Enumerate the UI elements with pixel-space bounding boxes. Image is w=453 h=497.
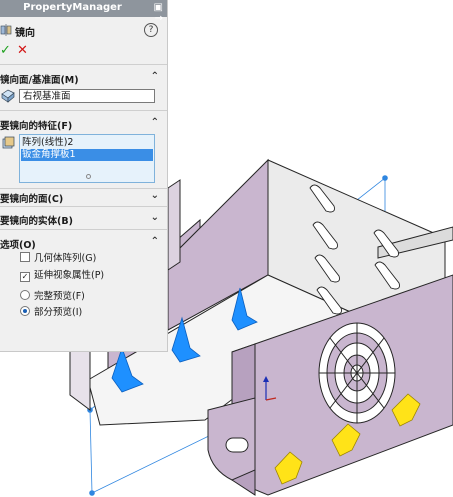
full-preview-label: 完整预览(F)	[34, 291, 85, 302]
bottom-tab	[207, 397, 256, 481]
features-list-item-selected[interactable]: 钣金角撑板1	[21, 149, 153, 161]
property-manager-header: PropertyManager ▣ →	[0, 0, 167, 24]
property-manager-panel: PropertyManager ▣ → 镜向 ? ✓ ✕ 镜向面/基准面(M) …	[0, 0, 168, 352]
feature-title-row: 镜向 ?	[0, 22, 167, 40]
features-group-label: 要镜向的特征(F)	[0, 121, 73, 132]
full-preview-radio[interactable]	[20, 290, 30, 300]
faces-group-label: 要镜向的面(C)	[0, 194, 64, 205]
geometry-pattern-option[interactable]: 几何体阵列(G)	[20, 252, 96, 266]
mirror-feature-icon	[0, 24, 12, 36]
chevron-down-icon[interactable]: ⌄	[151, 212, 159, 223]
resize-handle[interactable]	[86, 174, 91, 179]
fan-grille	[318, 322, 396, 424]
mirror-plane-group-header[interactable]: 镜向面/基准面(M) ⌃	[0, 71, 167, 86]
mirror-plane-field[interactable]: 右视基准面	[19, 89, 155, 103]
features-list-item[interactable]: 阵列(线性)2	[22, 137, 73, 149]
partial-preview-label: 部分预览(I)	[34, 307, 83, 318]
divider	[0, 110, 167, 111]
chevron-up-icon[interactable]: ⌃	[151, 236, 159, 247]
mirror-plane-group-label: 镜向面/基准面(M)	[0, 75, 79, 86]
feature-name: 镜向	[15, 28, 35, 39]
chevron-down-icon[interactable]: ⌄	[151, 190, 159, 201]
bodies-group-header[interactable]: 要镜向的实体(B) ⌄	[0, 212, 167, 227]
divider	[0, 206, 167, 207]
property-manager-title: PropertyManager	[23, 2, 122, 13]
divider	[0, 229, 167, 230]
partial-preview-radio[interactable]	[20, 306, 30, 316]
propagate-visual-checkbox[interactable]: ✓	[20, 272, 30, 282]
divider	[0, 188, 167, 189]
propagate-visual-label: 延伸视象属性(P)	[34, 270, 105, 281]
features-group-header[interactable]: 要镜向的特征(F) ⌃	[0, 117, 167, 132]
ok-button[interactable]: ✓	[0, 43, 11, 58]
full-preview-option[interactable]: 完整预览(F)	[20, 290, 85, 304]
options-group-header[interactable]: 选项(O) ⌃	[0, 236, 167, 251]
features-list[interactable]: 阵列(线性)2 钣金角撑板1	[19, 134, 155, 183]
options-group-label: 选项(O)	[0, 240, 36, 251]
divider	[0, 64, 167, 65]
propagate-visual-option[interactable]: ✓ 延伸视象属性(P)	[20, 269, 104, 283]
pin-icon[interactable]: ▣ →	[145, 2, 163, 24]
chevron-up-icon[interactable]: ⌃	[151, 117, 159, 128]
geometry-pattern-checkbox[interactable]	[20, 252, 30, 262]
help-icon[interactable]: ?	[144, 23, 158, 37]
faces-group-header[interactable]: 要镜向的面(C) ⌄	[0, 190, 167, 205]
partial-preview-option[interactable]: 部分预览(I)	[20, 306, 82, 320]
geometry-pattern-label: 几何体阵列(G)	[34, 253, 97, 264]
cancel-button[interactable]: ✕	[17, 43, 28, 58]
bodies-group-label: 要镜向的实体(B)	[0, 216, 73, 227]
features-icon	[2, 136, 15, 149]
chevron-up-icon[interactable]: ⌃	[151, 71, 159, 82]
plane-icon	[1, 89, 15, 103]
